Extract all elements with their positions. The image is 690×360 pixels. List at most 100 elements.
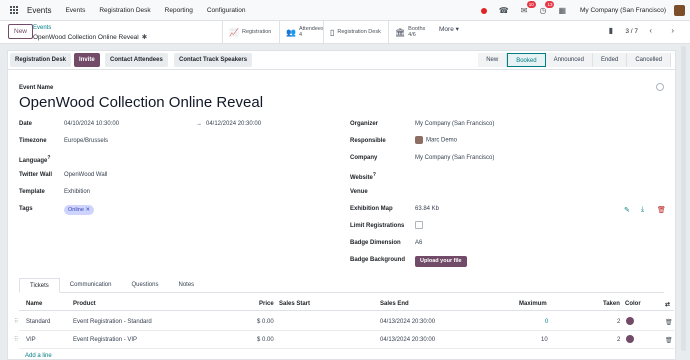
phone-icon[interactable]: ☎ <box>499 6 509 15</box>
ticket-name[interactable]: VIP <box>26 337 36 343</box>
menu-configuration[interactable]: Configuration <box>207 7 246 14</box>
ticket-taken: 2 <box>617 319 621 325</box>
messages-icon[interactable]: ✉ 10 <box>521 1 536 15</box>
ticket-price[interactable]: $ 0.00 <box>257 337 274 343</box>
organizer-field[interactable]: My Company (San Francisco) <box>415 121 494 127</box>
company-switch-icon[interactable]: ▦ <box>558 6 566 15</box>
pager-next-icon[interactable]: › <box>671 26 674 35</box>
website-label: Website? <box>350 172 376 181</box>
stage-cancelled[interactable]: Cancelled <box>627 53 671 67</box>
download-icon[interactable]: ⤓ <box>641 206 644 214</box>
scrollbar[interactable] <box>681 46 686 351</box>
menu-registration-desk[interactable]: Registration Desk <box>99 7 150 14</box>
trash-icon[interactable]: 🗑 <box>665 337 673 344</box>
twitter-wall-field[interactable]: OpenWood Wall <box>64 172 107 178</box>
help-icon[interactable]: ? <box>47 155 50 161</box>
limit-registrations-checkbox[interactable] <box>415 221 423 229</box>
col-color[interactable]: Color <box>625 301 641 307</box>
language-field[interactable] <box>64 155 184 163</box>
ticket-product[interactable]: Event Registration - VIP <box>73 337 137 343</box>
status-dot-icon[interactable] <box>480 7 487 14</box>
pager-prev-icon[interactable]: ‹ <box>649 26 652 35</box>
exhibition-map-field[interactable]: 63.84 Kb <box>415 206 439 212</box>
bookmark-icon[interactable]: ▮ <box>609 26 613 35</box>
trash-icon[interactable]: 🗑 <box>657 206 666 214</box>
stage-booked[interactable]: Booked <box>507 53 546 67</box>
tab-notes[interactable]: Notes <box>168 278 204 293</box>
user-avatar[interactable] <box>674 5 685 16</box>
notebook-tabs: Tickets Communication Questions Notes <box>19 278 664 293</box>
tab-tickets[interactable]: Tickets <box>19 278 60 293</box>
table-row[interactable]: ⠿ VIP Event Registration - VIP $ 0.00 04… <box>14 332 674 349</box>
breadcrumb-parent[interactable]: Events <box>33 25 51 31</box>
color-swatch[interactable] <box>626 335 634 343</box>
col-sales-end[interactable]: Sales End <box>380 301 409 307</box>
col-sales-start[interactable]: Sales Start <box>279 301 310 307</box>
trash-icon[interactable]: 🗑 <box>665 319 673 326</box>
smart-button-registration[interactable]: 📈 Registration <box>222 21 277 43</box>
col-name[interactable]: Name <box>26 301 42 307</box>
tag-online[interactable]: Online ✕ <box>64 205 95 215</box>
website-field[interactable] <box>415 172 595 180</box>
app-brand[interactable]: Events <box>27 6 51 15</box>
stage-new[interactable]: New <box>478 53 508 67</box>
template-field[interactable]: Exhibition <box>64 189 90 195</box>
activities-count-badge: 13 <box>545 1 555 8</box>
pager-value[interactable]: 3 / 7 <box>625 28 638 35</box>
col-maximum[interactable]: Maximum <box>519 301 547 307</box>
col-product[interactable]: Product <box>73 301 96 307</box>
ticket-maximum[interactable]: 0 <box>545 319 548 325</box>
table-row[interactable]: ⠿ Standard Event Registration - Standard… <box>14 314 674 331</box>
ticket-product[interactable]: Event Registration - Standard <box>73 319 152 325</box>
contact-track-speakers-button[interactable]: Contact Track Speakers <box>174 53 253 67</box>
drag-handle-icon[interactable]: ⠿ <box>14 336 18 343</box>
form-sheet: Registration Desk Invite Contact Attende… <box>7 50 677 360</box>
stage-ended[interactable]: Ended <box>592 53 628 67</box>
more-dropdown[interactable]: More ▾ <box>439 25 459 33</box>
apps-menu-icon[interactable] <box>10 5 19 15</box>
kanban-state-icon[interactable] <box>656 83 664 91</box>
date-start-field[interactable]: 04/10/2024 10:30:00 <box>64 121 119 127</box>
contact-attendees-button[interactable]: Contact Attendees <box>105 53 168 67</box>
tab-communication[interactable]: Communication <box>60 278 122 293</box>
ticket-sales-end[interactable]: 04/13/2024 20:30:00 <box>380 319 435 325</box>
venue-label: Venue <box>350 189 368 195</box>
company-switcher[interactable]: My Company (San Francisco) <box>580 7 666 14</box>
menu-reporting[interactable]: Reporting <box>165 7 193 14</box>
date-end-field[interactable]: 04/12/2024 20:30:00 <box>206 121 261 127</box>
company-field[interactable]: My Company (San Francisco) <box>415 155 494 161</box>
add-line-link[interactable]: Add a line <box>25 353 52 359</box>
color-swatch[interactable] <box>626 317 634 325</box>
smart-button-booths[interactable]: 🏛 Booths 4/6 <box>388 21 431 43</box>
column-settings-icon[interactable]: ⇄ <box>665 301 670 308</box>
ticket-maximum[interactable]: 10 <box>541 337 548 343</box>
ticket-sales-end[interactable]: 04/13/2024 20:30:00 <box>380 337 435 343</box>
timezone-field[interactable]: Europe/Brussels <box>64 138 108 144</box>
new-button[interactable]: New <box>8 24 34 39</box>
edit-icon[interactable]: ✎ <box>624 206 630 214</box>
invite-button[interactable]: Invite <box>74 53 100 67</box>
gear-icon[interactable]: ✱ <box>142 34 147 41</box>
smart-button-desk-label: Registration Desk <box>337 29 381 35</box>
responsible-field[interactable]: Marc Demo <box>415 136 457 144</box>
upload-file-button[interactable]: Upload your file <box>415 256 467 267</box>
company-label: Company <box>350 155 378 161</box>
badge-dimension-field[interactable]: A6 <box>415 240 422 246</box>
tab-questions[interactable]: Questions <box>121 278 168 293</box>
smart-button-registration-desk[interactable]: ▯ Registration Desk <box>323 21 387 43</box>
ticket-name[interactable]: Standard <box>26 319 50 325</box>
registration-desk-button[interactable]: Registration Desk <box>10 53 72 67</box>
stage-announced[interactable]: Announced <box>545 53 593 67</box>
venue-field[interactable] <box>415 189 595 197</box>
menu-events[interactable]: Events <box>65 7 85 14</box>
date-label: Date <box>19 121 33 127</box>
drag-handle-icon[interactable]: ⠿ <box>14 318 18 325</box>
col-taken[interactable]: Taken <box>603 301 620 307</box>
organizer-label: Organizer <box>350 121 379 127</box>
event-name-input[interactable]: OpenWood Collection Online Reveal <box>19 94 263 111</box>
activities-icon[interactable]: ◷ 13 <box>539 1 555 15</box>
close-icon[interactable]: ✕ <box>85 207 90 213</box>
ticket-price[interactable]: $ 0.00 <box>257 319 274 325</box>
help-icon[interactable]: ? <box>373 172 376 178</box>
col-price[interactable]: Price <box>259 301 274 307</box>
